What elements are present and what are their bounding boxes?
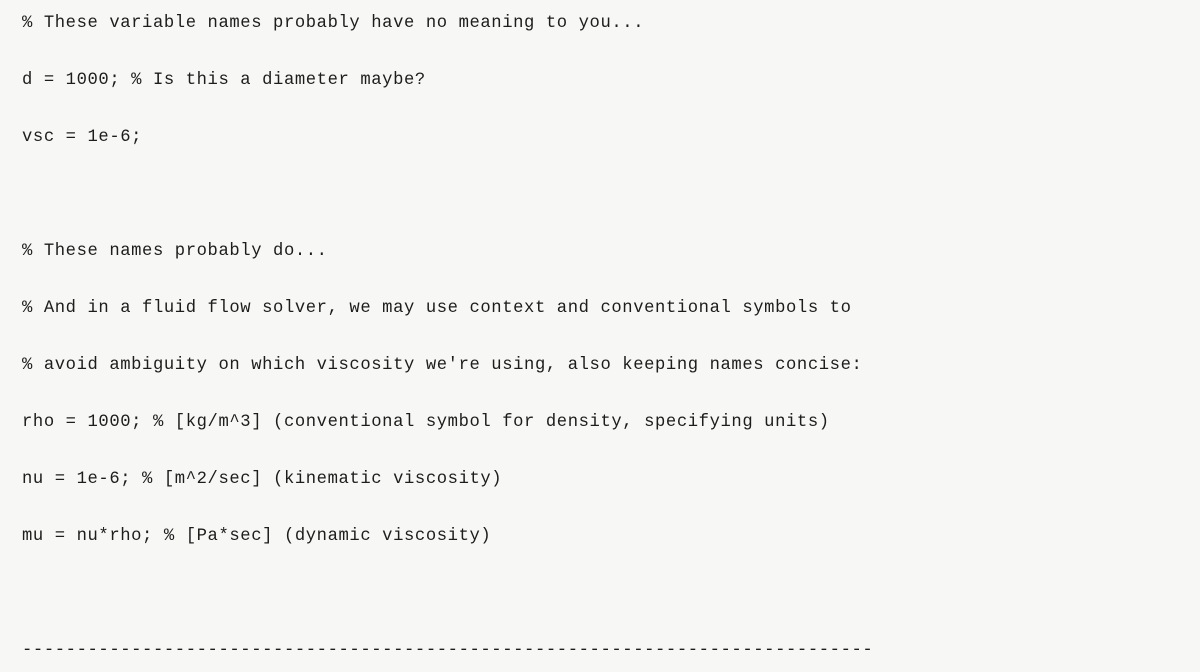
code-line: % These variable names probably have no … (22, 10, 1178, 39)
code-line: mu = nu*rho; % [Pa*sec] (dynamic viscosi… (22, 523, 1178, 552)
code-line: % And in a fluid flow solver, we may use… (22, 295, 1178, 324)
code-line: vsc = 1e-6; (22, 124, 1178, 153)
code-line: ----------------------------------------… (22, 637, 1178, 666)
code-line: d = 1000; % Is this a diameter maybe? (22, 67, 1178, 96)
code-block: % These variable names probably have no … (0, 0, 1200, 672)
code-line: % avoid ambiguity on which viscosity we'… (22, 352, 1178, 381)
code-line: rho = 1000; % [kg/m^3] (conventional sym… (22, 409, 1178, 438)
code-line: % These names probably do... (22, 238, 1178, 267)
code-line: nu = 1e-6; % [m^2/sec] (kinematic viscos… (22, 466, 1178, 495)
